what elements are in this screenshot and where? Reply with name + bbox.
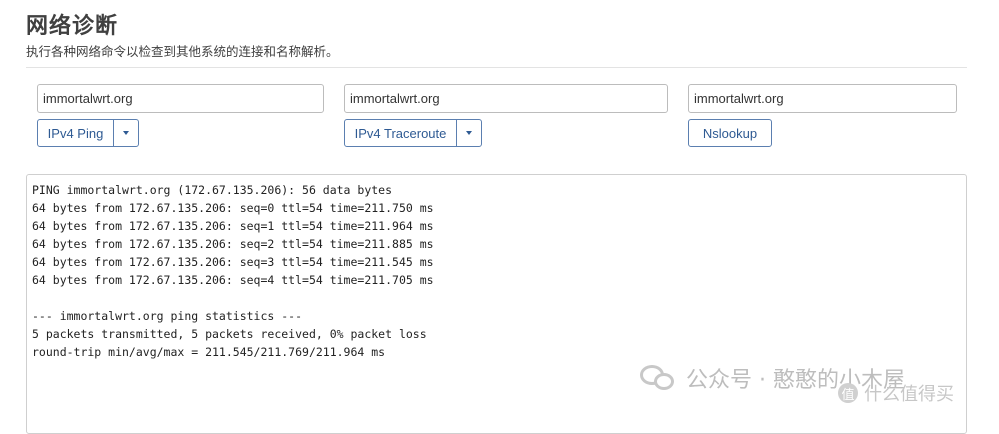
- output-line: PING immortalwrt.org (172.67.135.206): 5…: [32, 183, 393, 197]
- divider: [26, 67, 967, 68]
- output-line: 64 bytes from 172.67.135.206: seq=4 ttl=…: [32, 273, 434, 287]
- output-line: 64 bytes from 172.67.135.206: seq=3 ttl=…: [32, 255, 434, 269]
- nslookup-host-input[interactable]: [688, 84, 957, 113]
- traceroute-button[interactable]: IPv4 Traceroute: [345, 120, 456, 146]
- caret-down-icon: [123, 131, 129, 135]
- output-line: 5 packets transmitted, 5 packets receive…: [32, 327, 427, 341]
- site-watermark: 值 什么值得买: [838, 380, 954, 406]
- traceroute-dropdown-toggle[interactable]: [457, 120, 481, 146]
- output-line: 64 bytes from 172.67.135.206: seq=0 ttl=…: [32, 201, 434, 215]
- ping-split-button: IPv4 Ping: [37, 119, 139, 147]
- output-line: 64 bytes from 172.67.135.206: seq=1 ttl=…: [32, 219, 434, 233]
- page-title: 网络诊断: [26, 14, 119, 39]
- output-line: --- immortalwrt.org ping statistics ---: [32, 309, 303, 323]
- ping-host-input[interactable]: [37, 84, 324, 113]
- ping-dropdown-toggle[interactable]: [114, 120, 138, 146]
- command-output: PING immortalwrt.org (172.67.135.206): 5…: [26, 174, 967, 434]
- nslookup-button[interactable]: Nslookup: [688, 119, 772, 147]
- output-line: 64 bytes from 172.67.135.206: seq=2 ttl=…: [32, 237, 434, 251]
- site-watermark-text: 什么值得买: [864, 384, 954, 405]
- traceroute-split-button: IPv4 Traceroute: [344, 119, 482, 147]
- wechat-icon: [640, 363, 678, 393]
- ping-button[interactable]: IPv4 Ping: [38, 120, 113, 146]
- page-subtitle: 执行各种网络命令以检查到其他系统的连接和名称解析。: [26, 44, 339, 59]
- output-line: round-trip min/avg/max = 211.545/211.769…: [32, 345, 386, 359]
- caret-down-icon: [466, 131, 472, 135]
- site-badge-icon: 值: [838, 383, 858, 403]
- traceroute-host-input[interactable]: [344, 84, 668, 113]
